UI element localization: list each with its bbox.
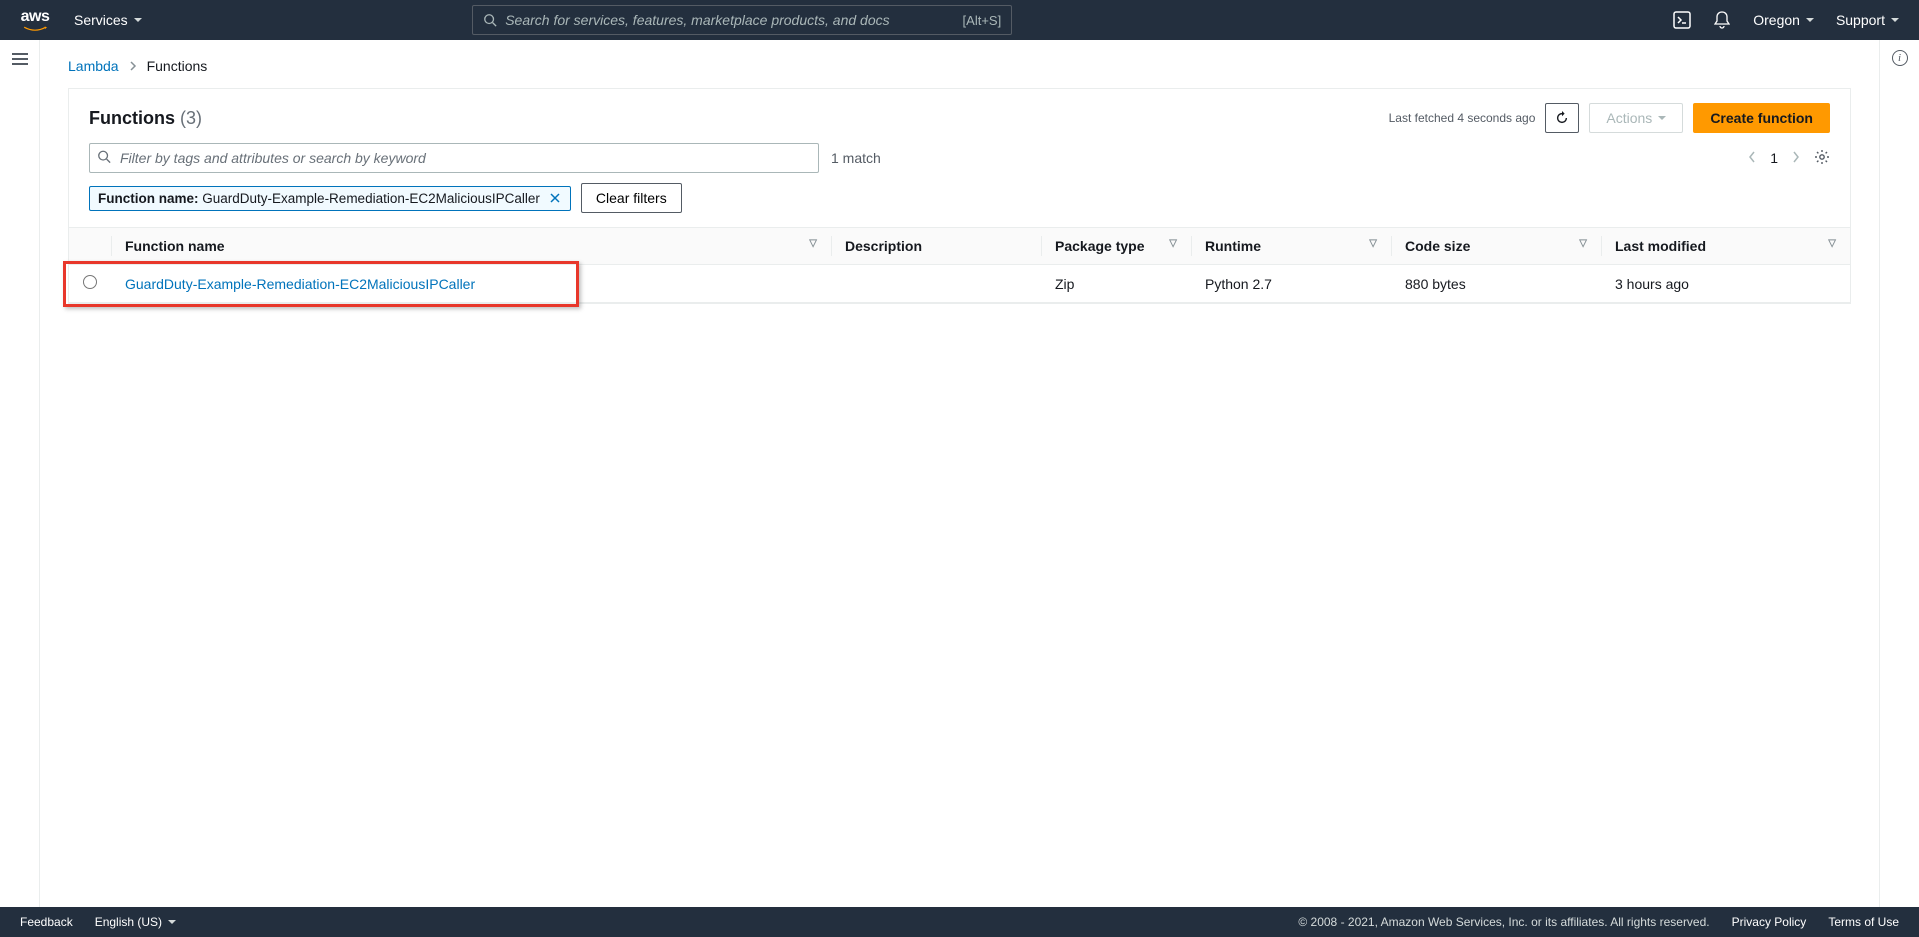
- caret-down-icon: [168, 920, 176, 924]
- cell-package-type: Zip: [1041, 265, 1191, 303]
- search-shortcut-hint: [Alt+S]: [963, 13, 1002, 28]
- chevron-right-icon: [129, 58, 137, 74]
- page-title: Functions (3): [89, 108, 202, 128]
- top-nav: aws Services [Alt+S] Oregon Support: [0, 0, 1919, 40]
- actions-button[interactable]: Actions: [1589, 103, 1683, 133]
- caret-down-icon: [1806, 18, 1814, 22]
- refresh-icon: [1555, 111, 1569, 125]
- filter-chip: Function name: GuardDuty-Example-Remedia…: [89, 186, 571, 211]
- filter-chip-value: GuardDuty-Example-Remediation-EC2Malicio…: [202, 191, 540, 206]
- right-rail: i: [1879, 40, 1919, 907]
- last-fetched: Last fetched 4 seconds ago: [1389, 111, 1536, 125]
- support-menu[interactable]: Support: [1836, 12, 1899, 28]
- main-content: Lambda Functions Functions (3) Last fetc…: [40, 40, 1879, 907]
- col-last-modified[interactable]: Last modified▽: [1601, 228, 1850, 265]
- col-code-size[interactable]: Code size▽: [1391, 228, 1601, 265]
- functions-table: Function name▽ Description Package type▽…: [69, 227, 1850, 303]
- filter-input[interactable]: [89, 143, 819, 173]
- global-search[interactable]: [Alt+S]: [472, 5, 1012, 35]
- col-description[interactable]: Description: [831, 228, 1041, 265]
- feedback-link[interactable]: Feedback: [20, 915, 73, 929]
- search-icon: [483, 13, 497, 27]
- row-select-radio[interactable]: [83, 275, 97, 289]
- region-label: Oregon: [1753, 12, 1800, 28]
- terms-link[interactable]: Terms of Use: [1828, 915, 1899, 929]
- col-package-type[interactable]: Package type▽: [1041, 228, 1191, 265]
- language-selector[interactable]: English (US): [95, 915, 176, 929]
- clear-filters-button[interactable]: Clear filters: [581, 183, 682, 213]
- settings-button[interactable]: [1814, 149, 1830, 168]
- language-label: English (US): [95, 915, 162, 929]
- function-name-link[interactable]: GuardDuty-Example-Remediation-EC2Malicio…: [125, 276, 475, 292]
- refresh-button[interactable]: [1545, 103, 1579, 133]
- col-function-name[interactable]: Function name▽: [111, 228, 831, 265]
- filter-chip-key: Function name:: [98, 191, 199, 206]
- create-function-button[interactable]: Create function: [1693, 103, 1830, 133]
- left-rail: [0, 40, 40, 907]
- services-label: Services: [74, 12, 128, 28]
- hamburger-icon[interactable]: [12, 50, 28, 907]
- breadcrumb-current: Functions: [147, 58, 208, 74]
- privacy-link[interactable]: Privacy Policy: [1732, 915, 1807, 929]
- breadcrumb: Lambda Functions: [68, 58, 1851, 74]
- actions-label: Actions: [1606, 110, 1652, 126]
- pager-prev[interactable]: [1744, 146, 1760, 170]
- search-icon: [97, 150, 111, 167]
- page-title-count: (3): [180, 108, 202, 128]
- info-icon[interactable]: i: [1892, 50, 1908, 66]
- breadcrumb-root[interactable]: Lambda: [68, 58, 119, 74]
- services-menu[interactable]: Services: [74, 12, 142, 28]
- aws-logo[interactable]: aws: [20, 9, 50, 32]
- create-function-label: Create function: [1710, 110, 1813, 126]
- cell-description: [831, 265, 1041, 303]
- cell-runtime: Python 2.7: [1191, 265, 1391, 303]
- table-header-row: Function name▽ Description Package type▽…: [69, 228, 1850, 265]
- table-row: GuardDuty-Example-Remediation-EC2Malicio…: [69, 265, 1850, 303]
- match-count: 1 match: [831, 150, 881, 166]
- cell-last-modified: 3 hours ago: [1601, 265, 1850, 303]
- pager-page: 1: [1770, 150, 1778, 166]
- filter-chip-remove[interactable]: [548, 191, 562, 205]
- caret-down-icon: [1658, 116, 1666, 120]
- footer: Feedback English (US) © 2008 - 2021, Ama…: [0, 907, 1919, 937]
- support-label: Support: [1836, 12, 1885, 28]
- notifications-icon[interactable]: [1713, 11, 1731, 29]
- cell-code-size: 880 bytes: [1391, 265, 1601, 303]
- col-runtime[interactable]: Runtime▽: [1191, 228, 1391, 265]
- page-title-text: Functions: [89, 108, 175, 128]
- cloudshell-icon[interactable]: [1673, 11, 1691, 29]
- copyright: © 2008 - 2021, Amazon Web Services, Inc.…: [1298, 915, 1709, 929]
- global-search-input[interactable]: [505, 12, 962, 28]
- pager-next[interactable]: [1788, 146, 1804, 170]
- caret-down-icon: [1891, 18, 1899, 22]
- gear-icon: [1814, 149, 1830, 165]
- region-selector[interactable]: Oregon: [1753, 12, 1814, 28]
- caret-down-icon: [134, 18, 142, 22]
- functions-panel: Functions (3) Last fetched 4 seconds ago…: [68, 88, 1851, 304]
